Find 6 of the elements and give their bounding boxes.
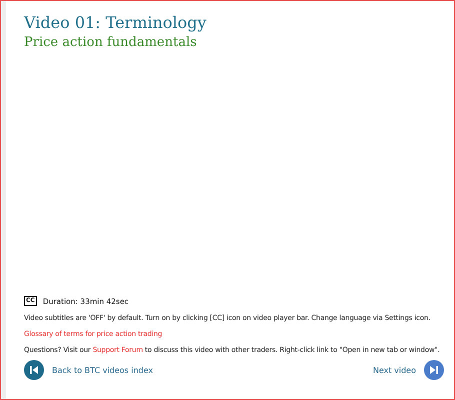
previous-icon[interactable]	[24, 360, 44, 380]
next-icon[interactable]	[424, 360, 444, 380]
back-link[interactable]: Back to BTC videos index	[52, 366, 154, 374]
video-subtitle: Price action fundamentals	[24, 35, 198, 50]
video-title: Video 01: Terminology	[24, 13, 208, 32]
next-video-link[interactable]: Next video	[372, 366, 416, 374]
